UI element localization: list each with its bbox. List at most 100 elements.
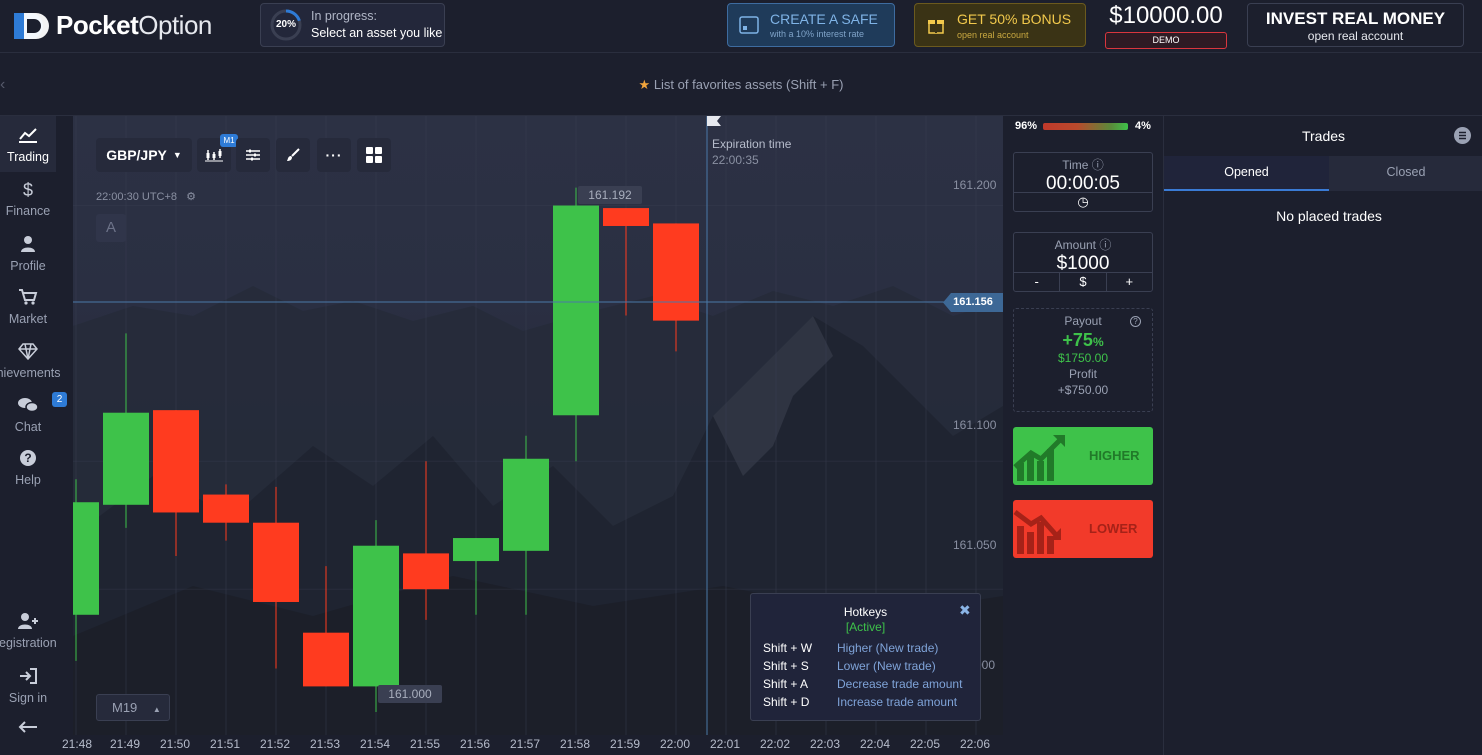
close-icon[interactable]: ✖ (959, 602, 971, 619)
asset-selector[interactable]: GBP/JPY ▼ (96, 138, 192, 172)
higher-button[interactable]: HIGHER (1013, 427, 1153, 485)
sidebar-item-label: Trading (7, 150, 49, 164)
dollar-icon: $ (22, 180, 33, 200)
collapse-sidebar-arrow-icon[interactable] (0, 720, 56, 737)
bonus-subtitle: open real account (957, 29, 1029, 40)
chat-icon (0, 396, 56, 418)
time-axis-label: 21:50 (160, 737, 191, 751)
bonus-button[interactable]: GET 50% BONUS open real account (914, 3, 1086, 47)
hotkey-row: Shift + A Decrease trade amount (763, 677, 963, 691)
balance[interactable]: $10000.00 DEMO (1105, 2, 1227, 49)
more-options-button[interactable]: ··· (317, 138, 351, 172)
logo-text: PocketOption (56, 10, 212, 40)
time-axis-label: 21:57 (510, 737, 541, 751)
increase-amount-button[interactable]: + (1107, 273, 1152, 291)
list-menu-icon[interactable] (1454, 127, 1471, 144)
hotkeys-status: [Active] (845, 620, 886, 634)
sentiment-bar (1043, 123, 1128, 130)
user-icon (0, 235, 56, 257)
decrease-amount-button[interactable]: - (1014, 273, 1061, 291)
payout-sum: $1750.00 (1057, 351, 1109, 365)
sidebar-item-achievements[interactable]: Achievements (0, 342, 61, 380)
drawing-letter-button[interactable]: A (96, 214, 126, 242)
favorites-text: List of favorites assets (Shift + F) (653, 77, 844, 92)
time-axis-label: 21:54 (360, 737, 391, 751)
svg-text:?: ? (24, 451, 31, 465)
sidebar-item-registration[interactable]: Registration (0, 612, 57, 650)
favorites-bar: ‹ ★ List of favorites assets (Shift + F) (0, 54, 1482, 116)
sidebar-item-label: Achievements (0, 366, 61, 380)
question-icon[interactable]: ? (1130, 316, 1141, 327)
tab-opened[interactable]: Opened (1164, 156, 1329, 191)
balance-amount: $10000.00 (1109, 2, 1223, 29)
safe-subtitle: with a 10% interest rate (770, 29, 865, 39)
trades-title: Trades (1301, 128, 1346, 144)
gear-icon[interactable]: ⚙ (186, 191, 196, 203)
sidebar-item-label: Market (8, 312, 48, 326)
payout-box: Payout ? +75% $1750.00 Profit +$750.00 (1013, 308, 1153, 412)
bonus-title: GET 50% BONUS (957, 10, 1072, 27)
sidebar: Trading $ Finance Profile Market Achieve… (0, 116, 67, 755)
safe-title: CREATE A SAFE (770, 11, 878, 27)
favorites-link[interactable]: ★ List of favorites assets (Shift + F) (0, 77, 1482, 93)
chart-line-icon (0, 126, 56, 148)
progress-widget[interactable]: 20% In progress: Select an asset you lik… (260, 3, 445, 47)
higher-label: HIGHER (1089, 448, 1140, 463)
sidebar-item-sign-in[interactable]: Sign in (0, 667, 56, 705)
hotkeys-panel: Hotkeys [Active] ✖ Shift + W Higher (New … (750, 593, 981, 721)
progress-percent: 20% (275, 19, 296, 30)
question-icon[interactable]: ⓘ (1092, 158, 1104, 172)
gift-icon (928, 20, 944, 34)
time-axis-label: 22:06 (960, 737, 991, 751)
progress-ring-icon: 20% (269, 8, 303, 42)
current-price-tag: 161.156 (943, 293, 1003, 312)
drawing-tools-button[interactable] (276, 138, 310, 172)
tab-closed[interactable]: Closed (1329, 156, 1482, 191)
sidebar-item-market[interactable]: Market (0, 288, 56, 326)
profit-value: +$750.00 (1057, 383, 1109, 397)
lower-button[interactable]: LOWER (1013, 500, 1153, 558)
currency-button[interactable]: $ (1060, 273, 1107, 291)
time-axis-label: 21:53 (310, 737, 341, 751)
sidebar-item-label: Registration (0, 636, 57, 650)
progress-task: Select an asset you like (311, 26, 443, 40)
indicators-button[interactable] (236, 138, 270, 172)
invest-title: INVEST REAL MONEY (1265, 9, 1446, 28)
expiration-time: Expiration time 22:00:35 (712, 136, 791, 168)
amount-box[interactable]: Amount ⓘ $1000 - $ + (1013, 232, 1153, 292)
period-selector[interactable]: M19 ▲ (96, 694, 170, 721)
progress-status: In progress: (311, 9, 378, 23)
sidebar-item-label: Chat (14, 420, 42, 434)
hotkey-row: Shift + W Higher (New trade) (763, 641, 939, 655)
brush-icon (287, 148, 300, 161)
trend-up-icon (1013, 435, 1065, 481)
top-header: PocketOption 20% In progress: Select an … (0, 0, 1482, 53)
question-icon[interactable]: ⓘ (1099, 238, 1111, 252)
clock-icon[interactable]: ◷ (1014, 193, 1152, 211)
trend-down-icon (1013, 510, 1061, 554)
layout-grid-button[interactable] (357, 138, 391, 172)
sidebar-item-trading[interactable]: Trading (0, 126, 56, 164)
sidebar-item-chat[interactable]: Chat (0, 396, 56, 434)
time-axis-label: 22:00 (660, 737, 691, 751)
low-price-label: 161.000 (378, 685, 442, 703)
logo[interactable]: PocketOption (12, 10, 212, 41)
time-axis-label: 21:58 (560, 737, 591, 751)
time-axis-label: 21:52 (260, 737, 291, 751)
price-level-label: 161.200 (953, 178, 997, 192)
user-plus-icon (0, 612, 56, 634)
invest-real-money-button[interactable]: INVEST REAL MONEY open real account (1247, 3, 1464, 47)
trades-panel: Trades Opened Closed No placed trades (1163, 116, 1482, 755)
time-axis-label: 21:56 (460, 737, 491, 751)
time-box[interactable]: Time ⓘ 00:00:05 ◷ (1013, 152, 1153, 212)
sidebar-item-help[interactable]: ? Help (0, 449, 56, 487)
grid-icon (366, 147, 382, 163)
account-type-badge[interactable]: DEMO (1105, 32, 1227, 49)
time-axis-label: 21:55 (410, 737, 441, 751)
timezone-label: 22:00:30 UTC+8 ⚙ (96, 191, 196, 203)
create-safe-button[interactable]: CREATE A SAFE with a 10% interest rate (727, 3, 895, 47)
sidebar-item-finance[interactable]: $ Finance (0, 180, 56, 218)
sidebar-item-profile[interactable]: Profile (0, 235, 56, 273)
time-axis-label: 22:05 (910, 737, 941, 751)
caret-down-icon: ▼ (172, 150, 182, 160)
